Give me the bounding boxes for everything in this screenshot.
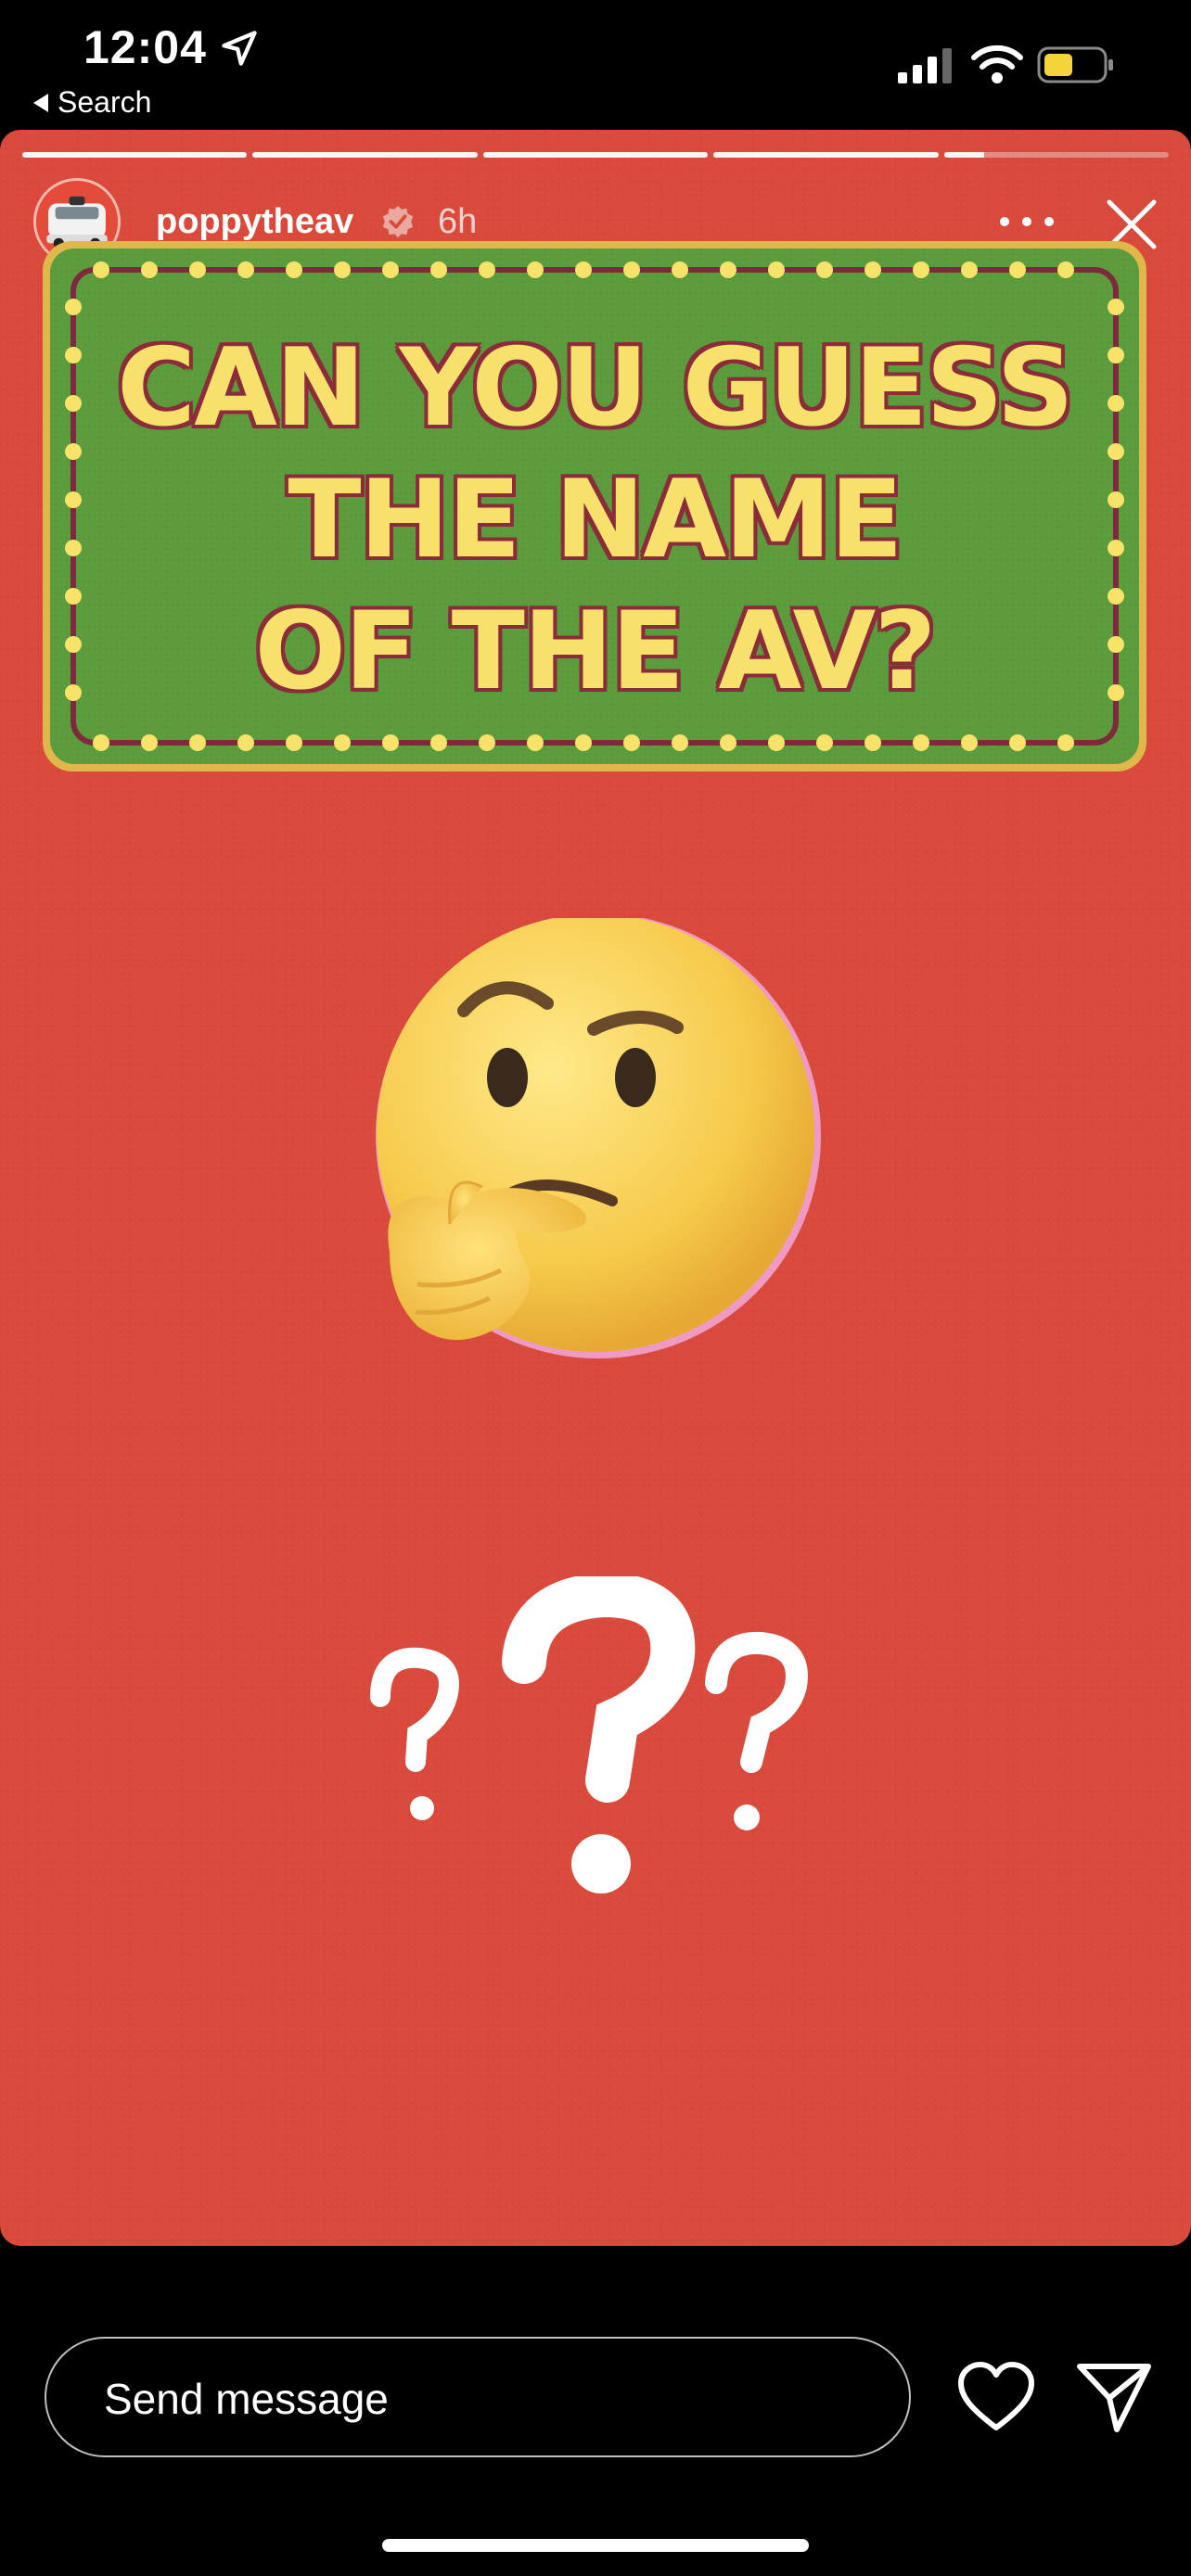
- light-bulb: [382, 261, 399, 278]
- back-to-search[interactable]: Search: [33, 85, 151, 120]
- story-username[interactable]: poppytheav: [156, 202, 353, 242]
- light-bulb: [913, 261, 929, 278]
- story-age: 6h: [438, 202, 478, 241]
- battery-icon: [1037, 46, 1113, 83]
- light-bulb: [816, 261, 833, 278]
- light-bulb: [1057, 734, 1074, 751]
- cellular-signal-icon: [898, 48, 952, 83]
- back-label: Search: [58, 85, 152, 119]
- send-message-input[interactable]: Send message: [45, 2337, 911, 2457]
- light-bulb: [527, 261, 544, 278]
- light-bulb: [286, 261, 302, 278]
- more-dots-icon[interactable]: [1000, 217, 1054, 230]
- location-arrow-icon: [222, 31, 257, 66]
- sign-line-3: OF THE AV?: [254, 589, 936, 714]
- light-bulb: [864, 734, 881, 751]
- light-bulb: [816, 734, 833, 751]
- sign-line-1: CAN YOU GUESS: [117, 325, 1074, 451]
- light-bulb: [1009, 734, 1026, 751]
- progress-segment: [943, 152, 1170, 158]
- light-bulb: [527, 734, 544, 751]
- light-bulb: [479, 734, 495, 751]
- sign-line-2: THE NAME: [288, 457, 903, 582]
- light-bulb: [720, 261, 736, 278]
- light-bulb: [334, 734, 351, 751]
- sign-headline: CAN YOU GUESS THE NAME OF THE AV?: [50, 323, 1139, 718]
- light-bulb: [864, 261, 881, 278]
- message-placeholder: Send message: [104, 2375, 389, 2423]
- light-bulb: [623, 261, 640, 278]
- heart-icon[interactable]: [957, 2361, 1035, 2433]
- light-bulb: [237, 261, 254, 278]
- light-bulb: [189, 734, 206, 751]
- sign-board: CAN YOU GUESS THE NAME OF THE AV?: [50, 249, 1139, 764]
- home-indicator[interactable]: [382, 2539, 809, 2552]
- light-bulb: [768, 734, 785, 751]
- send-icon[interactable]: [1076, 2361, 1152, 2435]
- light-bulb: [430, 734, 447, 751]
- verified-badge-icon: [382, 205, 414, 238]
- question-sign: CAN YOU GUESS THE NAME OF THE AV?: [43, 241, 1146, 772]
- light-bulb: [93, 261, 109, 278]
- story-progress: [22, 152, 1170, 158]
- light-bulb: [189, 261, 206, 278]
- light-bulb: [382, 734, 399, 751]
- light-bulb: [913, 734, 929, 751]
- progress-segment: [22, 152, 248, 158]
- progress-segment: [482, 152, 709, 158]
- light-bulb: [141, 734, 158, 751]
- light-bulb: [141, 261, 158, 278]
- light-bulb: [575, 261, 592, 278]
- light-bulb: [1108, 299, 1124, 315]
- light-bulb: [286, 734, 302, 751]
- light-bulb: [65, 299, 82, 315]
- light-bulb: [334, 261, 351, 278]
- light-bulb: [1057, 261, 1074, 278]
- progress-segment: [252, 152, 478, 158]
- light-bulb: [720, 734, 736, 751]
- wifi-icon: [971, 45, 1023, 83]
- light-bulb: [93, 734, 109, 751]
- light-bulb: [768, 261, 785, 278]
- thinking-face-emoji: [376, 918, 821, 1358]
- progress-segment: [713, 152, 939, 158]
- light-bulb: [237, 734, 254, 751]
- light-bulb: [961, 261, 978, 278]
- status-bar: 12:04 Search: [0, 0, 1191, 130]
- question-marks-graphic: [370, 1576, 808, 1894]
- light-bulb: [672, 734, 688, 751]
- story-viewer[interactable]: poppytheav 6h CAN YOU GUESS THE NAME OF …: [0, 130, 1191, 2246]
- light-bulb: [672, 261, 688, 278]
- light-bulb: [1009, 261, 1026, 278]
- light-bulb: [623, 734, 640, 751]
- back-arrow-icon: [33, 93, 48, 112]
- light-bulb: [479, 261, 495, 278]
- light-bulb: [430, 261, 447, 278]
- clock: 12:04: [83, 21, 207, 73]
- light-bulb: [575, 734, 592, 751]
- light-bulb: [961, 734, 978, 751]
